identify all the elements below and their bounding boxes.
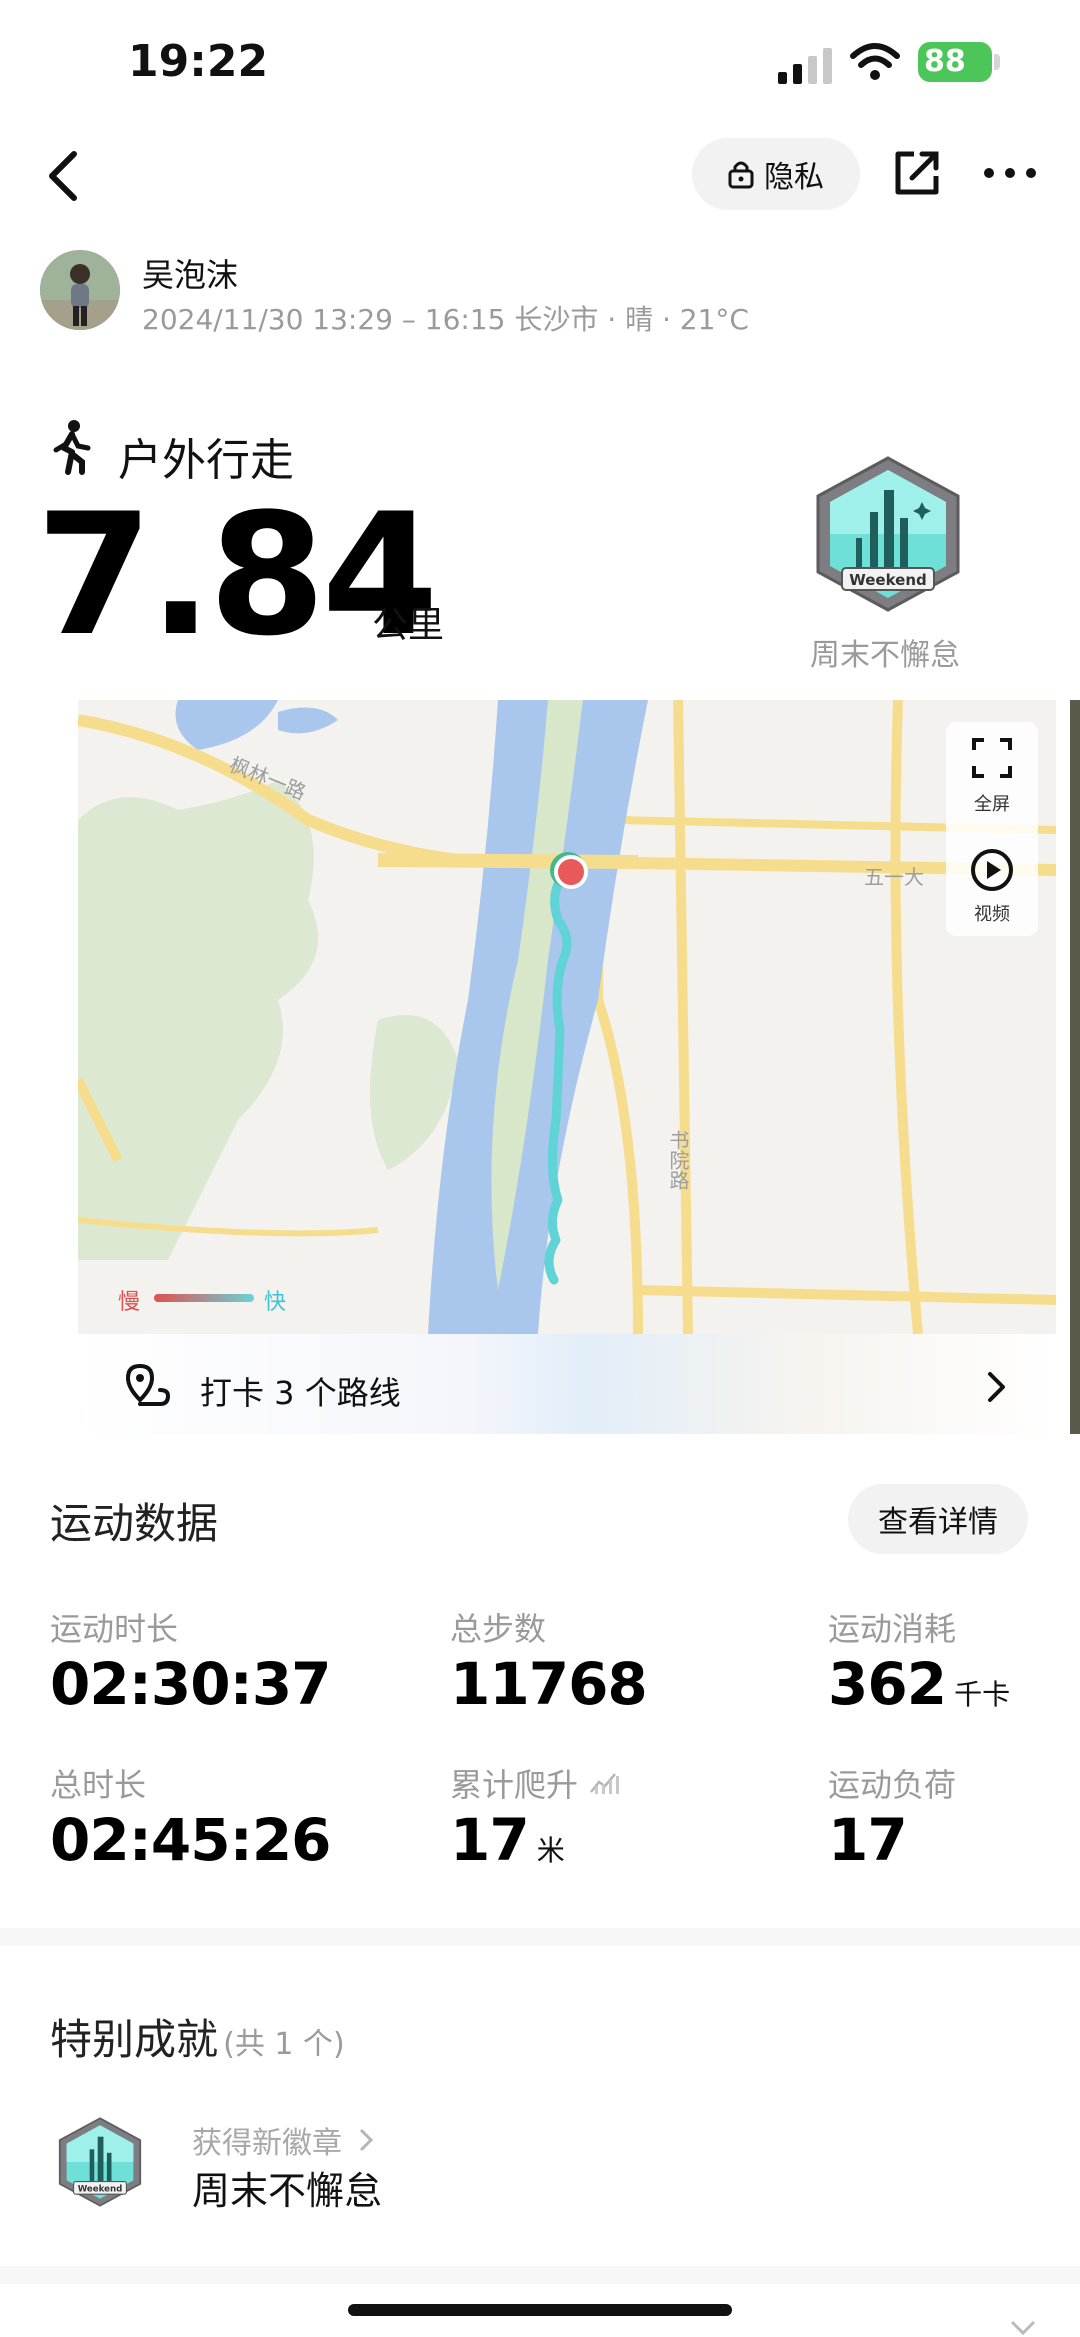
play-video-icon[interactable] bbox=[970, 848, 1014, 892]
stat-label-climb: 累计爬升 bbox=[450, 1766, 579, 1804]
stat-value-steps: 11768 bbox=[450, 1650, 648, 1718]
activity-meta: 2024/11/30 13:29 – 16:15 长沙市 · 晴 · 21°C bbox=[142, 303, 749, 336]
chevron-right-icon[interactable] bbox=[986, 1370, 1008, 1404]
legend-fast: 快 bbox=[264, 1290, 287, 1315]
weekend-badge-icon[interactable]: Weekend bbox=[812, 454, 964, 614]
battery-tip bbox=[994, 54, 1000, 70]
user-name[interactable]: 吴泡沫 bbox=[142, 250, 238, 296]
new-badge-link[interactable]: 获得新徽章 bbox=[192, 2118, 374, 2162]
section-divider bbox=[0, 1928, 1080, 1946]
more-options-icon[interactable] bbox=[982, 166, 1038, 180]
stat-value-calories: 362 bbox=[828, 1650, 947, 1718]
stat-unit-calories: 千卡 bbox=[954, 1678, 1011, 1711]
road-label-shuyuan: 书院路 bbox=[666, 1130, 690, 1190]
new-badge-label: 获得新徽章 bbox=[192, 2126, 342, 2161]
avatar[interactable] bbox=[40, 250, 120, 330]
share-icon[interactable] bbox=[892, 148, 942, 198]
video-label[interactable]: 视频 bbox=[946, 900, 1038, 926]
badge-text: Weekend bbox=[849, 571, 927, 589]
elevation-chart-icon[interactable] bbox=[589, 1768, 621, 1796]
close-icon[interactable] bbox=[1008, 2318, 1038, 2337]
badge-name: 周末不懈怠 bbox=[192, 2169, 383, 2213]
fullscreen-icon[interactable] bbox=[970, 736, 1014, 780]
stat-value-duration: 02:30:37 bbox=[50, 1650, 332, 1718]
achievements-title: 特别成就 bbox=[50, 2015, 219, 2064]
legend-slow: 慢 bbox=[118, 1290, 141, 1315]
route-pin-icon bbox=[125, 1363, 171, 1406]
stat-label-climb-group: 累计爬升 bbox=[450, 1760, 621, 1806]
stat-label-duration: 运动时长 bbox=[50, 1610, 179, 1648]
home-indicator[interactable] bbox=[348, 2304, 732, 2316]
cellular-signal-icon bbox=[778, 48, 832, 84]
fullscreen-label[interactable]: 全屏 bbox=[946, 790, 1038, 816]
badge-caption: 周末不懈怠 bbox=[810, 638, 960, 673]
wifi-icon bbox=[850, 43, 900, 80]
speed-legend-bar bbox=[154, 1294, 254, 1302]
stats-title: 运动数据 bbox=[50, 1499, 219, 1548]
stat-climb: 17 米 bbox=[450, 1806, 565, 1874]
avatar-image bbox=[40, 250, 120, 330]
route-map[interactable]: 枫林一路 五一大 书院路 bbox=[78, 700, 1056, 1334]
privacy-label: 隐私 bbox=[764, 160, 824, 195]
checkin-text[interactable]: 打卡 3 个路线 bbox=[200, 1368, 401, 1414]
chevron-right-small-icon bbox=[359, 2128, 373, 2152]
stat-value-total-duration: 02:45:26 bbox=[50, 1806, 332, 1874]
stat-unit-climb: 米 bbox=[536, 1834, 565, 1867]
map-tools: 全屏 视频 bbox=[946, 722, 1038, 936]
lock-icon bbox=[728, 161, 754, 189]
stat-label-total-duration: 总时长 bbox=[50, 1766, 147, 1804]
view-details-button[interactable]: 查看详情 bbox=[848, 1484, 1028, 1554]
privacy-button[interactable]: 隐私 bbox=[692, 138, 860, 210]
distance-unit: 公里 bbox=[372, 605, 445, 646]
stat-value-climb: 17 bbox=[450, 1806, 530, 1874]
back-icon[interactable] bbox=[44, 150, 84, 202]
stat-value-load: 17 bbox=[828, 1806, 908, 1874]
stat-calories: 362 千卡 bbox=[828, 1650, 1010, 1718]
walking-icon bbox=[53, 420, 91, 475]
status-time: 19:22 bbox=[128, 36, 269, 87]
section-divider-bottom bbox=[0, 2266, 1080, 2284]
weekend-badge-small-icon[interactable]: Weekend bbox=[56, 2116, 144, 2208]
map-canvas: 枫林一路 五一大 书院路 bbox=[78, 700, 1056, 1334]
achievements-header: 特别成就 (共 1 个) bbox=[50, 2006, 345, 2067]
next-card-peek bbox=[1070, 700, 1080, 1434]
stat-label-calories: 运动消耗 bbox=[828, 1610, 957, 1648]
road-label-wuyi: 五一大 bbox=[864, 865, 924, 889]
battery-indicator: 88 bbox=[918, 42, 992, 82]
achievements-count: (共 1 个) bbox=[223, 2027, 345, 2062]
badge-small-text: Weekend bbox=[78, 2184, 123, 2194]
stat-label-load: 运动负荷 bbox=[828, 1766, 957, 1804]
stat-label-steps: 总步数 bbox=[450, 1610, 547, 1648]
